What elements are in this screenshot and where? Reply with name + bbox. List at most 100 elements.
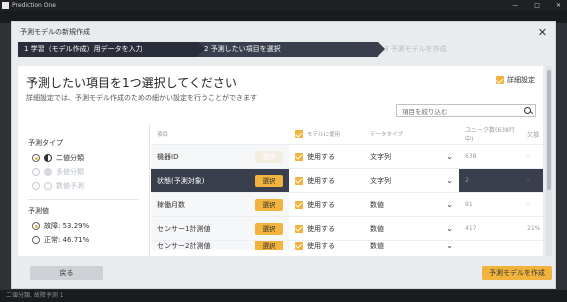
type-label: 数値予測 [56,182,84,190]
use-checkbox[interactable] [295,176,303,185]
maximize-icon[interactable]: □ [534,2,540,9]
missing-rate: - [527,201,530,208]
unique-count: 417 [465,225,477,232]
page-subtitle: 詳細設定では、予測モデル作成のための細かい設定を行うことができます [26,94,257,102]
item-name: センサー2計測値 [157,241,211,250]
value-label: 故障: 53.29% [44,222,90,230]
filter-input[interactable]: 項目を絞り込む [396,104,536,117]
header-datatype: データタイプ [370,132,404,138]
items-table: 項目 モデルに使用 データタイプ ユニーク数(638行中) 欠損 機器ID 選択… [151,124,543,256]
app-logo-icon [2,2,9,9]
use-checkbox[interactable] [295,241,303,250]
chevron-down-icon[interactable]: ⌄ [446,224,453,233]
table-row: 機器ID 選択 使用する 文字列 ⌄ 638 - [151,144,543,168]
divider [28,199,139,200]
dialog-content: 予測したい項目を1つ選択してください 詳細設定では、予測モデル作成のための細かい… [18,66,543,256]
prediction-type-title: 予測タイプ [28,139,63,147]
header-use: モデルに使用 [289,130,364,138]
prediction-settings-panel: 予測タイプ 二値分類 多値分類 数値予測 予測値 故障: 53.29% 正常: … [18,124,150,256]
background-status: 二値分類, 故障予測 1 [0,290,567,302]
select-button[interactable]: 選択 [255,174,283,187]
value-option-fault[interactable]: 故障: 53.29% [18,219,149,233]
window-controls: — □ ✕ [512,2,567,9]
app-titlebar: Prediction One — □ ✕ [0,0,567,11]
use-label: 使用する [307,152,335,161]
item-name: 機器ID [157,152,179,161]
select-button[interactable]: 選択 [255,241,283,250]
value-option-normal[interactable]: 正常: 46.71% [18,233,149,247]
create-model-button[interactable]: 予測モデルを作成 [482,266,552,280]
item-name: センサー1計測値 [157,224,211,233]
use-all-checkbox[interactable] [295,130,303,138]
unique-count: 638 [465,153,477,160]
missing-rate: - [527,177,530,184]
background-right [556,23,567,290]
page-title: 予測したい項目を1つ選択してください [26,76,237,90]
use-checkbox[interactable] [295,152,303,161]
dialog-footer: 戻る 予測モデルを作成 [18,264,552,284]
chevron-down-icon[interactable]: ⌄ [446,176,453,185]
select-button[interactable]: 選択 [255,222,283,235]
use-label: 使用する [307,176,335,185]
scrollbar-thumb[interactable] [547,70,551,190]
wizard-steps: 1 学習（モデル作成）用データを入力 2 予測したい項目を選択 3 予測モデルを… [18,42,552,57]
header-missing: 欠損 [527,131,540,139]
step-select-target: 2 予測したい項目を選択 [198,42,385,57]
use-label: 使用する [307,224,335,233]
use-label: 使用する [307,200,335,209]
radio-disabled [32,182,40,190]
close-window-icon[interactable]: ✕ [556,2,561,9]
chevron-down-icon[interactable]: ⌄ [446,241,453,250]
prediction-value-title: 予測値 [28,207,49,215]
step-create-model: 3 予測モデルを作成 [378,42,552,57]
checkbox-icon[interactable] [496,76,504,84]
select-button: 選択 [255,150,283,163]
close-icon[interactable]: ✕ [538,26,547,39]
search-icon[interactable] [524,106,532,115]
unique-count: 91 [465,201,473,208]
back-button[interactable]: 戻る [30,266,103,280]
chevron-down-icon[interactable]: ⌄ [446,200,453,209]
select-button[interactable]: 選択 [255,198,283,211]
content-scrollbar[interactable] [546,66,552,256]
radio-selected[interactable] [32,154,40,162]
type-option-binary[interactable]: 二値分類 [18,151,149,165]
radio-selected[interactable] [32,222,40,230]
advanced-settings-label: 詳細設定 [507,76,535,84]
missing-rate: - [527,153,530,160]
table-row: センサー2計測値 選択 使用する 数値 ⌄ [151,240,543,250]
table-row-selected: 状態(予測対象) 選択 使用する 文字列 ⌄ 2 - [151,168,543,192]
type-label: 二値分類 [56,154,84,162]
table-header: 項目 モデルに使用 データタイプ ユニーク数(638行中) 欠損 [151,124,543,144]
use-checkbox[interactable] [295,200,303,209]
use-checkbox[interactable] [295,224,303,233]
datatype-select[interactable]: 文字列 [370,176,446,186]
numeric-icon [44,182,52,190]
multiclass-icon [44,168,52,176]
chevron-down-icon[interactable]: ⌄ [446,152,453,161]
value-label: 正常: 46.71% [44,236,90,244]
type-option-multi: 多値分類 [18,165,149,179]
datatype-select[interactable]: 数値 [370,224,446,234]
type-label: 多値分類 [56,168,84,176]
step-input-data: 1 学習（モデル作成）用データを入力 [18,42,205,57]
header-item: 項目 [157,132,169,138]
filter-placeholder: 項目を絞り込む [402,107,448,116]
binary-icon [44,154,52,162]
datatype-select[interactable]: 文字列 [370,152,446,162]
datatype-select[interactable]: 数値 [370,200,446,210]
minimize-icon[interactable]: — [512,2,518,9]
item-name: 状態(予測対象) [157,176,205,185]
missing-rate: 21% [527,225,541,232]
step-label: 1 学習（モデル作成）用データを入力 [24,45,143,53]
app-title: Prediction One [12,2,56,9]
step-label: 3 予測モデルを作成 [384,45,447,53]
radio-unselected[interactable] [32,236,40,244]
advanced-settings-toggle[interactable]: 詳細設定 [496,75,535,85]
dialog-title: 予測モデルの新規作成 [20,28,90,36]
unique-count: 2 [465,177,469,184]
table-row: センサー1計測値 選択 使用する 数値 ⌄ 417 21% [151,216,543,240]
table-row: 稼働月数 選択 使用する 数値 ⌄ 91 - [151,192,543,216]
datatype-select[interactable]: 数値 [370,241,446,250]
radio-disabled [32,168,40,176]
